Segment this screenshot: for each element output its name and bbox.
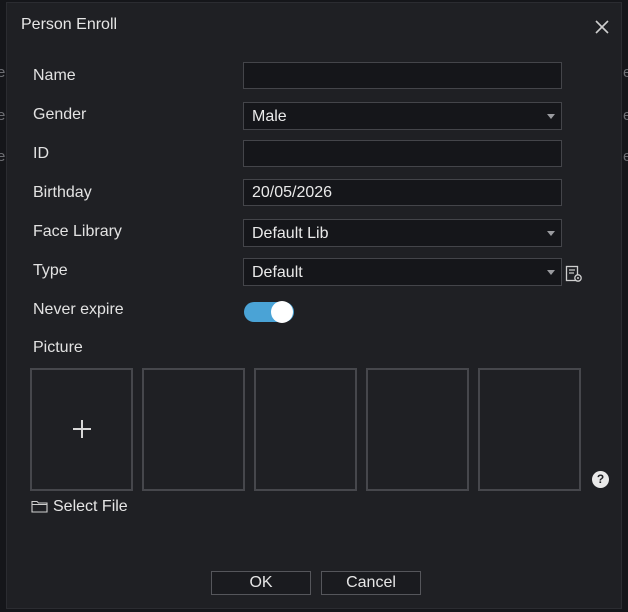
plus-icon (73, 420, 91, 438)
picture-slot (366, 368, 469, 491)
chevron-down-icon (547, 114, 555, 119)
picture-label: Picture (33, 339, 83, 356)
background-text: e (623, 64, 628, 81)
select-file-label: Select File (53, 498, 128, 515)
gender-label: Gender (33, 106, 87, 123)
never-expire-label: Never expire (33, 301, 124, 318)
never-expire-toggle[interactable] (244, 301, 294, 323)
birthday-input[interactable] (243, 179, 562, 206)
face-library-value: Default Lib (252, 225, 329, 242)
type-value: Default (252, 264, 303, 281)
toggle-knob (271, 301, 293, 323)
background-text: e (0, 64, 6, 81)
background-text: e (0, 148, 6, 165)
background-text: e (623, 107, 628, 124)
gender-value: Male (252, 108, 287, 125)
folder-icon (31, 499, 48, 513)
ok-button[interactable]: OK (211, 571, 311, 595)
name-input[interactable] (243, 62, 562, 89)
gender-select[interactable]: Male (243, 102, 562, 130)
picture-slot (478, 368, 581, 491)
id-input[interactable] (243, 140, 562, 167)
background-text: e (0, 107, 6, 124)
id-label: ID (33, 145, 49, 162)
background-text: e (623, 148, 628, 165)
name-label: Name (33, 67, 76, 84)
face-library-label: Face Library (33, 223, 122, 240)
birthday-label: Birthday (33, 184, 92, 201)
close-icon[interactable] (592, 17, 612, 37)
dialog-title: Person Enroll (21, 16, 118, 33)
list-settings-icon[interactable] (565, 265, 583, 283)
help-icon[interactable]: ? (592, 471, 609, 488)
chevron-down-icon (547, 231, 555, 236)
cancel-button[interactable]: Cancel (321, 571, 421, 595)
chevron-down-icon (547, 270, 555, 275)
type-label: Type (33, 262, 68, 279)
add-picture-slot[interactable] (30, 368, 133, 491)
type-select[interactable]: Default (243, 258, 562, 286)
face-library-select[interactable]: Default Lib (243, 219, 562, 247)
person-enroll-dialog: Person Enroll Name Gender Male ID Birthd… (6, 2, 622, 609)
picture-slot (142, 368, 245, 491)
picture-slot (254, 368, 357, 491)
